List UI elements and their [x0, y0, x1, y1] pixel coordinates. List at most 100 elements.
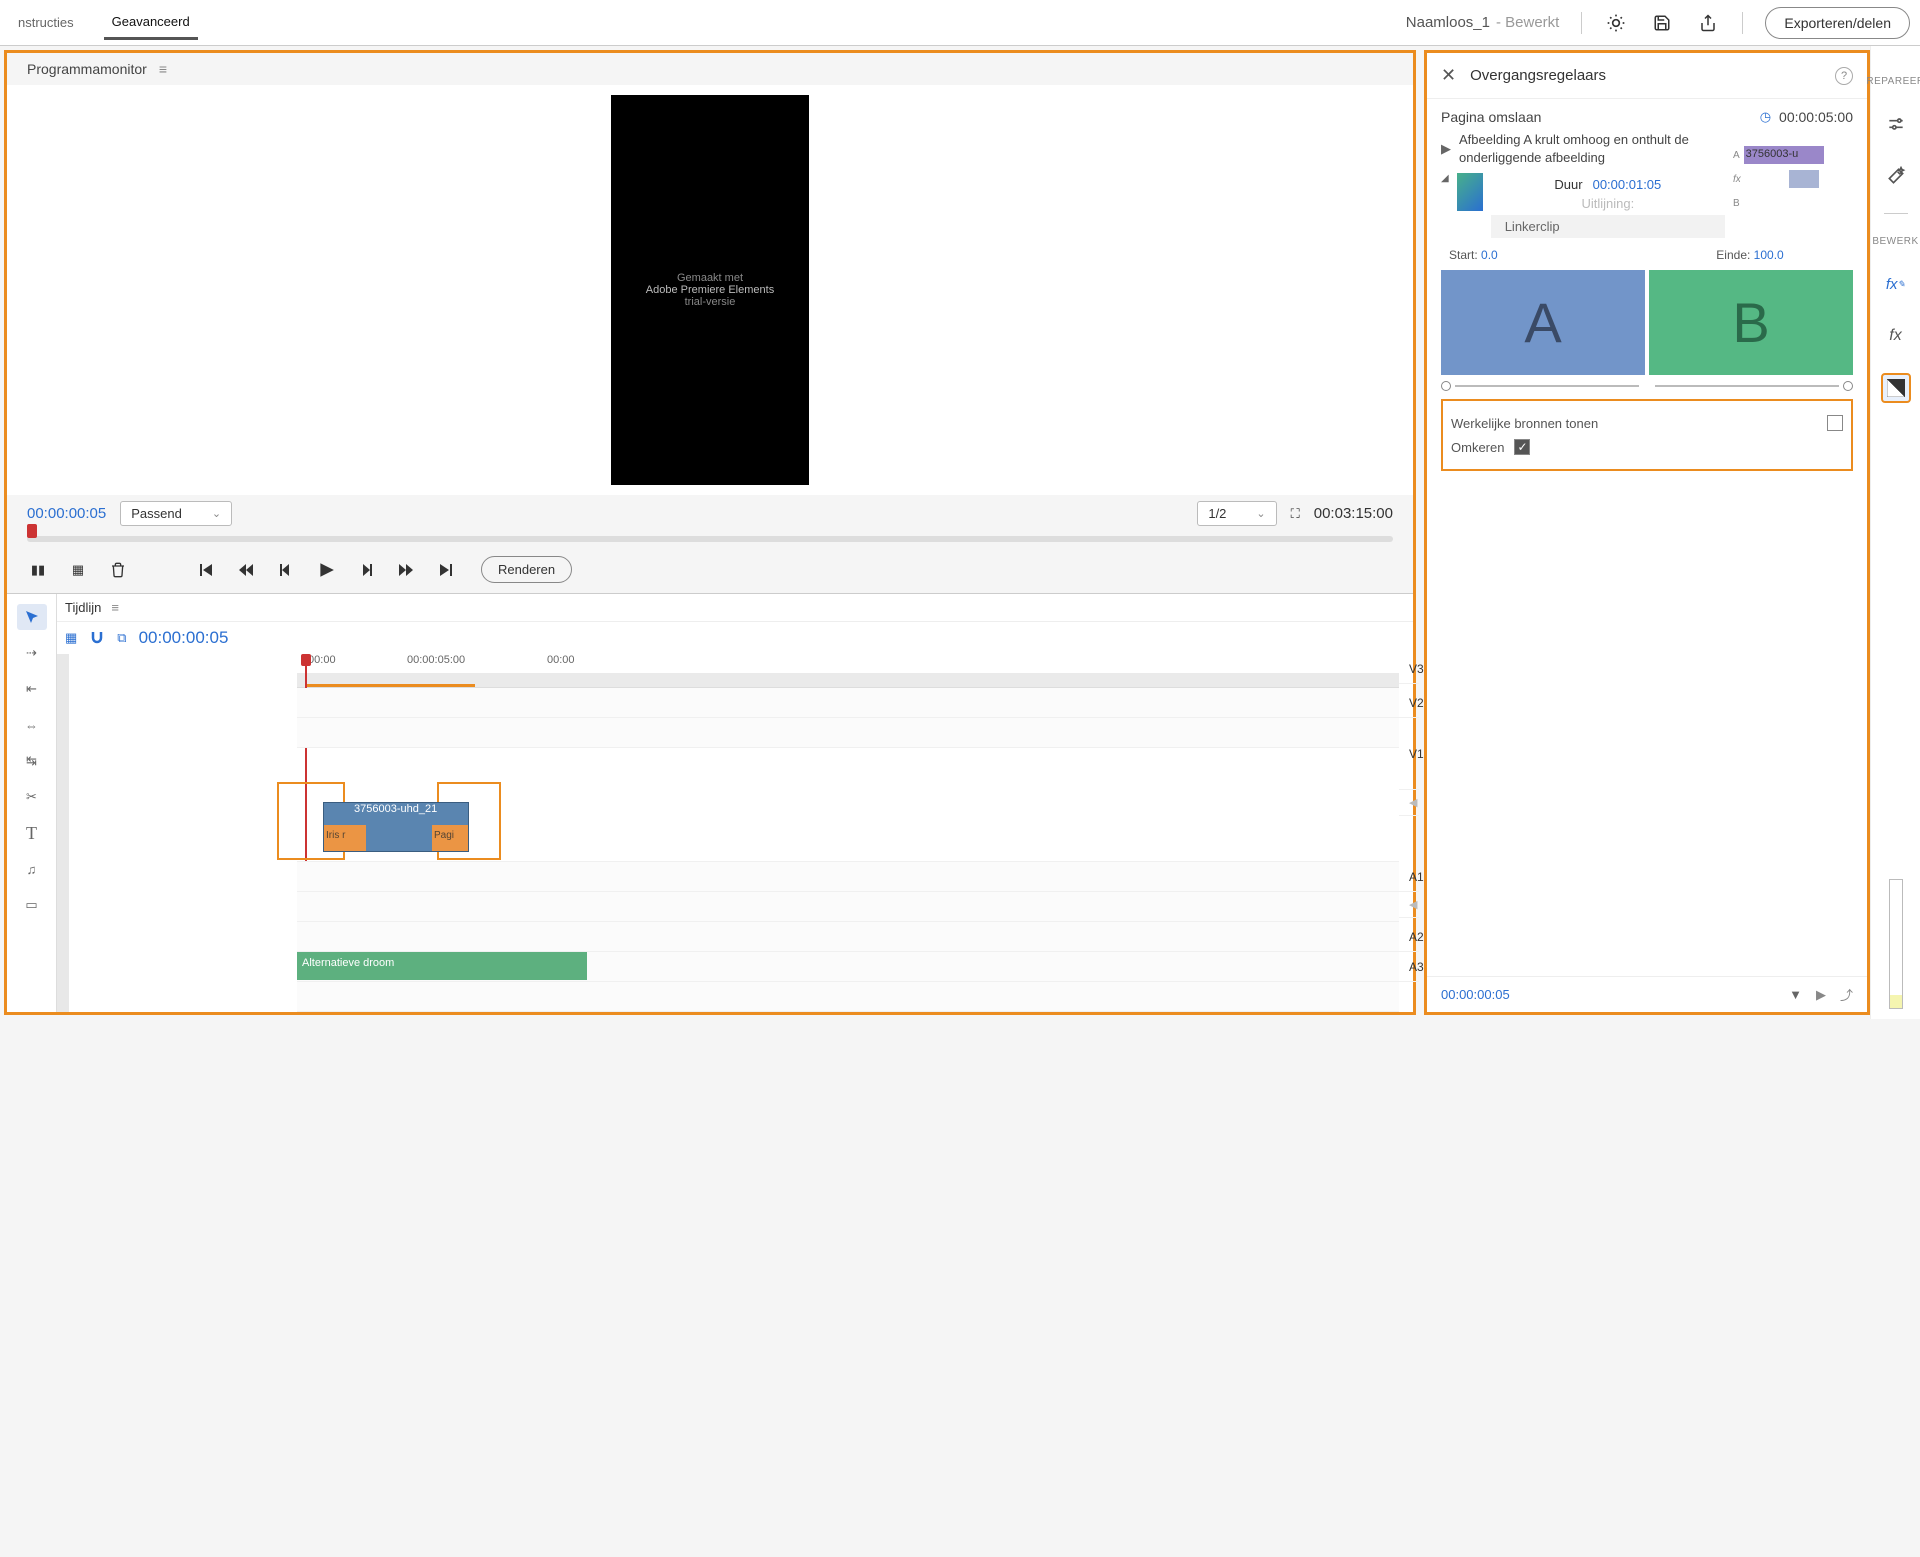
monitor-current-timecode[interactable]: 00:00:00:05 — [27, 505, 106, 522]
transition-description: Afbeelding A krult omhoog en onthult de … — [1459, 131, 1725, 167]
document-status: - Bewerkt — [1496, 14, 1559, 31]
snap-icon[interactable] — [89, 630, 105, 646]
track-v2-lane[interactable] — [297, 718, 1399, 748]
monitor-scrubber[interactable] — [27, 536, 1393, 542]
preview-a-box: A — [1441, 270, 1645, 375]
show-sources-checkbox[interactable] — [1827, 415, 1843, 431]
selection-tool-icon[interactable] — [17, 604, 47, 630]
track-a2-lane[interactable]: Alternatieve droom — [297, 952, 1399, 982]
program-monitor-title: Programmamonitor — [27, 61, 147, 77]
add-marker-icon[interactable]: ▮▮ — [27, 559, 49, 581]
watermark-line1: Gemaakt met — [611, 272, 809, 284]
rect-tool-icon[interactable]: ▭ — [17, 892, 47, 918]
linked-selection-icon[interactable]: ⧉ — [117, 630, 126, 646]
audio-meter — [1889, 879, 1903, 1009]
transition-slider[interactable] — [1441, 381, 1853, 391]
tab-instructions[interactable]: nstructies — [10, 7, 82, 38]
audio-clip[interactable]: Alternatieve droom — [297, 952, 587, 980]
export-button[interactable]: Exporteren/delen — [1765, 7, 1910, 39]
track-v3-lane[interactable] — [297, 688, 1399, 718]
end-label: Einde: — [1716, 248, 1750, 262]
play-icon[interactable] — [315, 559, 337, 581]
filter-icon[interactable]: ▼ — [1789, 987, 1802, 1002]
step-forward-icon[interactable] — [355, 559, 377, 581]
go-to-end-icon[interactable] — [435, 559, 457, 581]
transition-controls-panel: ✕ Overgangsregelaars ? Pagina omslaan ◷ … — [1424, 50, 1870, 1015]
watermark-line2: Adobe Premiere Elements — [611, 284, 809, 296]
document-name: Naamloos_1 — [1406, 14, 1490, 31]
go-to-start-icon[interactable] — [195, 559, 217, 581]
razor-tool-icon[interactable]: ✂ — [17, 784, 47, 810]
adjustments-icon[interactable] — [1881, 109, 1911, 139]
transition-left[interactable]: Iris r — [324, 825, 366, 851]
quality-dropdown[interactable]: 1/2⌄ — [1197, 501, 1276, 526]
reverse-label: Omkeren — [1451, 440, 1504, 455]
share-icon[interactable] — [1696, 11, 1720, 35]
close-icon[interactable]: ✕ — [1441, 65, 1456, 86]
play-footer-icon[interactable]: ▶ — [1816, 987, 1826, 1003]
footer-timecode[interactable]: 00:00:00:05 — [1441, 987, 1510, 1002]
monitor-viewport[interactable]: Gemaakt met Adobe Premiere Elements tria… — [7, 85, 1413, 495]
end-value[interactable]: 100.0 — [1754, 248, 1784, 262]
timeline-timecode[interactable]: 00:00:00:05 — [139, 628, 229, 648]
transition-right[interactable]: Pagi — [432, 825, 468, 851]
edit-section-label: BEWERK — [1872, 236, 1918, 247]
top-bar: nstructies Geavanceerd Naamloos_1 - Bewe… — [0, 0, 1920, 46]
render-button[interactable]: Renderen — [481, 556, 572, 583]
type-tool-icon[interactable]: T — [17, 820, 47, 846]
slip-tool-icon[interactable]: ↹ — [17, 748, 47, 774]
preview-b-box: B — [1649, 270, 1853, 375]
timeline-scrollbar[interactable] — [57, 654, 69, 1012]
panel-timecode: 00:00:05:00 — [1779, 109, 1853, 125]
transition-panel-title: Overgangsregelaars — [1470, 67, 1606, 84]
transition-options-highlight: Werkelijke bronnen tonen Omkeren ✓ — [1441, 399, 1853, 471]
duration-value[interactable]: 00:00:01:05 — [1593, 177, 1662, 192]
reverse-checkbox[interactable]: ✓ — [1514, 439, 1530, 455]
zoom-dropdown[interactable]: Passend⌄ — [120, 501, 232, 526]
transition-name: Pagina omslaan — [1441, 109, 1541, 125]
video-clip[interactable]: 3756003-uhd_21 Iris r Pagi — [323, 802, 469, 852]
mini-timeline[interactable]: A3756003-u fx B — [1733, 131, 1853, 203]
monitor-total-timecode: 00:03:15:00 — [1314, 505, 1393, 522]
show-sources-label: Werkelijke bronnen tonen — [1451, 416, 1598, 431]
export-footer-icon[interactable]: ⤴ — [1840, 985, 1853, 1004]
step-back-many-icon[interactable] — [235, 559, 257, 581]
timeline-ruler[interactable]: :00:00 00:00:05:00 00:00 — [297, 654, 1399, 688]
step-back-icon[interactable] — [275, 559, 297, 581]
delete-icon[interactable] — [107, 559, 129, 581]
fx-icon[interactable]: fx — [1881, 321, 1911, 351]
grid-icon[interactable]: ▦ — [67, 559, 89, 581]
save-icon[interactable] — [1650, 11, 1674, 35]
start-value[interactable]: 0.0 — [1481, 248, 1498, 262]
step-forward-many-icon[interactable] — [395, 559, 417, 581]
timeline-menu-icon[interactable]: ≡ — [111, 600, 119, 615]
help-icon[interactable]: ? — [1835, 67, 1853, 85]
alignment-dropdown[interactable]: Linkerclip — [1491, 215, 1725, 238]
music-tool-icon[interactable]: ♫ — [17, 856, 47, 882]
repair-section-label: REPAREER — [1866, 76, 1920, 87]
alignment-label: Uitlijning: — [1581, 196, 1634, 211]
safe-margins-icon[interactable]: ⛶ — [1291, 506, 1300, 522]
panel-menu-icon[interactable]: ≡ — [159, 61, 167, 77]
track-v1-lane[interactable]: 3756003-uhd_21 Iris r Pagi — [297, 790, 1399, 862]
timeline-tools: ⇢ ⇤ ⇔ ↹ ✂ T ♫ ▭ — [7, 594, 57, 1012]
program-monitor-section: Programmamonitor ≡ Gemaakt met Adobe Pre… — [4, 50, 1416, 1015]
fx-presets-icon[interactable]: fx✎ — [1881, 269, 1911, 299]
tab-advanced[interactable]: Geavanceerd — [104, 6, 198, 40]
clock-icon[interactable]: ◷ — [1760, 109, 1771, 125]
magic-icon[interactable] — [1881, 161, 1911, 191]
ripple-tool-icon[interactable]: ⇤ — [17, 676, 47, 702]
play-preview-icon[interactable]: ▶ — [1441, 141, 1451, 157]
nest-toggle-icon[interactable]: ▦ — [65, 630, 77, 646]
right-sidebar: REPAREER BEWERK fx✎ fx — [1870, 46, 1920, 1019]
track-a1-lane[interactable] — [297, 892, 1399, 922]
brightness-icon[interactable] — [1604, 11, 1628, 35]
track-a3-lane[interactable] — [297, 982, 1399, 1012]
color-tool-icon[interactable] — [1881, 373, 1911, 403]
timeline-title: Tijdlijn — [65, 600, 101, 615]
watermark-line3: trial-versie — [611, 296, 809, 308]
stretch-tool-icon[interactable]: ⇔ — [17, 712, 47, 738]
track-select-tool-icon[interactable]: ⇢ — [17, 640, 47, 666]
duration-label: Duur — [1554, 177, 1582, 192]
start-label: Start: — [1449, 248, 1478, 262]
